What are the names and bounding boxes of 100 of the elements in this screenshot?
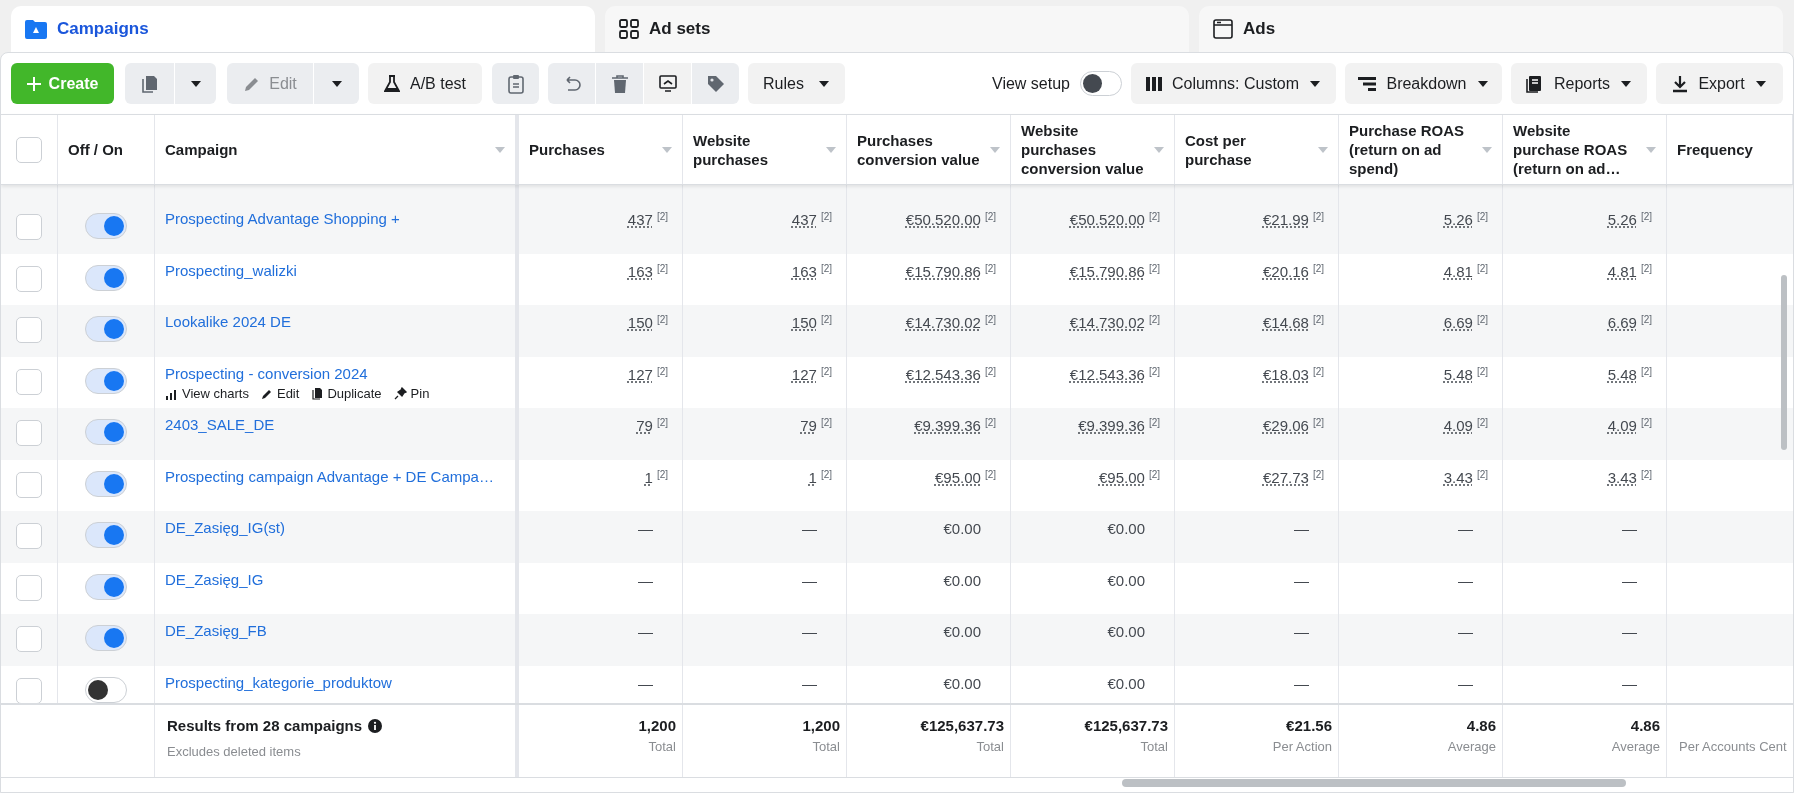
- toggle-switch[interactable]: [85, 419, 127, 445]
- tab[interactable]: Ads: [1199, 6, 1783, 52]
- row-action-link[interactable]: Duplicate: [311, 385, 382, 402]
- metric-value[interactable]: 437: [627, 210, 653, 230]
- metric-value[interactable]: €18.03: [1263, 364, 1309, 385]
- campaign-link[interactable]: Prospecting campaign Advantage + DE Campa…: [165, 466, 494, 487]
- delete-button[interactable]: [596, 63, 643, 104]
- metric-value[interactable]: €50.520.00: [905, 210, 981, 230]
- vertical-scrollbar[interactable]: [1781, 275, 1787, 450]
- duplicate-button[interactable]: [125, 63, 174, 104]
- checkbox[interactable]: [16, 420, 42, 446]
- column-header[interactable]: Purchases conversion value: [847, 115, 1011, 184]
- checkbox[interactable]: [16, 214, 42, 240]
- checkbox[interactable]: [16, 136, 42, 163]
- checkbox[interactable]: [16, 626, 42, 652]
- campaign-link[interactable]: 2403_SALE_DE: [165, 415, 275, 435]
- metric-value[interactable]: €14.68: [1263, 313, 1309, 333]
- clipboard-button[interactable]: [492, 63, 539, 104]
- metric-value[interactable]: €29.06: [1263, 416, 1309, 436]
- tab[interactable]: Ad sets: [605, 6, 1189, 52]
- metric-value[interactable]: 127: [791, 364, 817, 385]
- toggle-switch[interactable]: [85, 676, 127, 703]
- metric-value[interactable]: €9.399.36: [914, 416, 981, 436]
- campaign-link[interactable]: DE_Zasięg_IG(st): [165, 518, 286, 538]
- metric-value[interactable]: 79: [800, 416, 817, 436]
- metric-value[interactable]: 5.48: [1607, 364, 1637, 385]
- breakdown-button[interactable]: Breakdown: [1345, 63, 1502, 104]
- view-setup-toggle[interactable]: [1080, 71, 1122, 96]
- metric-value[interactable]: €20.16: [1263, 261, 1309, 282]
- metric-value[interactable]: 5.26: [1607, 210, 1637, 230]
- metric-value[interactable]: €14.730.02: [905, 313, 981, 333]
- column-header[interactable]: Frequency: [1667, 115, 1793, 184]
- column-header[interactable]: Purchase ROAS (return on ad spend): [1339, 115, 1503, 184]
- metric-value[interactable]: 4.81: [1607, 261, 1637, 282]
- toggle-switch[interactable]: [85, 316, 127, 342]
- column-header[interactable]: Website purchase ROAS (return on ad…: [1503, 115, 1667, 184]
- export-button[interactable]: Export: [1656, 63, 1783, 104]
- metric-value[interactable]: €12.543.36: [1069, 364, 1145, 385]
- info-icon[interactable]: [368, 719, 383, 734]
- column-header[interactable]: Cost per purchase: [1175, 115, 1339, 184]
- metric-value[interactable]: €95.00: [1099, 467, 1145, 488]
- metric-value[interactable]: 4.81: [1443, 261, 1473, 282]
- checkbox[interactable]: [16, 523, 42, 549]
- tab[interactable]: Campaigns: [11, 6, 595, 52]
- metric-value[interactable]: €15.790.86: [905, 261, 981, 282]
- checkbox[interactable]: [16, 677, 42, 703]
- metric-value[interactable]: €12.543.36: [905, 364, 981, 385]
- column-header[interactable]: Website purchases: [683, 115, 847, 184]
- metric-value[interactable]: 163: [627, 261, 653, 282]
- horizontal-scrollbar[interactable]: [1122, 779, 1626, 787]
- metric-value[interactable]: 437: [791, 210, 817, 230]
- metric-value[interactable]: 163: [791, 261, 817, 282]
- metric-value[interactable]: 150: [627, 313, 653, 333]
- checkbox[interactable]: [16, 471, 42, 498]
- row-action-link[interactable]: View charts: [165, 385, 249, 402]
- metric-value[interactable]: 3.43: [1607, 467, 1637, 488]
- checkbox[interactable]: [16, 574, 42, 601]
- metric-value[interactable]: €95.00: [935, 467, 981, 488]
- metric-value[interactable]: 5.48: [1443, 364, 1473, 385]
- metric-value[interactable]: €15.790.86: [1069, 261, 1145, 282]
- metric-value[interactable]: €27.73: [1263, 467, 1309, 488]
- metric-value[interactable]: 4.09: [1443, 416, 1473, 436]
- rules-button[interactable]: Rules: [748, 63, 845, 104]
- checkbox[interactable]: [16, 265, 42, 292]
- metric-value[interactable]: 4.09: [1607, 416, 1637, 436]
- metric-value[interactable]: €21.99: [1263, 210, 1309, 230]
- metric-value[interactable]: 5.26: [1443, 210, 1473, 230]
- metric-value[interactable]: 150: [791, 313, 817, 333]
- toggle-switch[interactable]: [85, 625, 127, 651]
- metric-value[interactable]: €9.399.36: [1078, 416, 1145, 436]
- toggle-switch[interactable]: [85, 573, 127, 600]
- checkbox[interactable]: [16, 317, 42, 343]
- metric-value[interactable]: 1: [644, 467, 653, 488]
- metric-value[interactable]: €50.520.00: [1069, 210, 1145, 230]
- column-header[interactable]: Purchases: [519, 115, 683, 184]
- metric-value[interactable]: 127: [627, 364, 653, 385]
- toggle-switch[interactable]: [85, 213, 127, 239]
- campaign-link[interactable]: Prospecting Advantage Shopping +: [165, 209, 400, 229]
- column-header[interactable]: Off / On: [58, 115, 155, 184]
- toggle-switch[interactable]: [85, 264, 127, 291]
- column-header[interactable]: Website purchases conversion value: [1011, 115, 1175, 184]
- campaign-link[interactable]: DE_Zasięg_FB: [165, 621, 267, 641]
- metric-value[interactable]: 6.69: [1443, 313, 1473, 333]
- tag-button[interactable]: [692, 63, 739, 104]
- toggle-switch[interactable]: [85, 367, 127, 394]
- ab-test-button[interactable]: A/B test: [368, 63, 482, 104]
- campaign-link[interactable]: Prospecting - conversion 2024: [165, 363, 368, 384]
- undo-button[interactable]: [548, 63, 595, 104]
- campaign-link[interactable]: DE_Zasięg_IG: [165, 569, 264, 590]
- campaign-link[interactable]: Lookalike 2024 DE: [165, 312, 291, 332]
- metric-value[interactable]: 79: [636, 416, 653, 436]
- metric-value[interactable]: 3.43: [1443, 467, 1473, 488]
- metric-value[interactable]: 1: [808, 467, 817, 488]
- columns-button[interactable]: Columns: Custom: [1131, 63, 1336, 104]
- toggle-switch[interactable]: [85, 470, 127, 497]
- row-action-link[interactable]: Edit: [260, 385, 300, 402]
- checkbox[interactable]: [16, 368, 42, 395]
- toggle-switch[interactable]: [85, 522, 127, 548]
- campaign-link[interactable]: Prospecting_kategorie_produktow: [165, 672, 392, 693]
- reports-button[interactable]: Reports: [1511, 63, 1647, 104]
